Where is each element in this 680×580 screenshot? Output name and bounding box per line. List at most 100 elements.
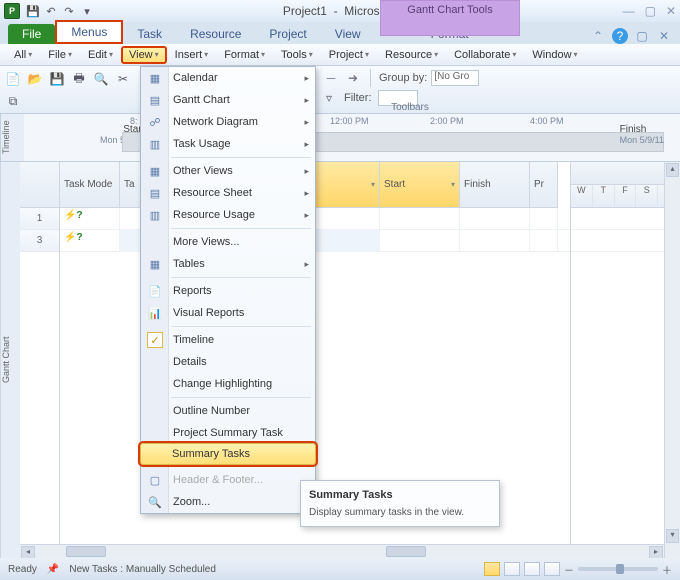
qat-customize-icon[interactable]: ▾ (80, 4, 94, 18)
groupby-label: Group by: (379, 72, 427, 84)
cell-task-mode[interactable]: ⚡? (60, 230, 120, 251)
view-sheet-icon[interactable] (544, 562, 560, 576)
menu-zoom[interactable]: 🔍Zoom... (141, 491, 315, 513)
timeline-tick: 12:00 PM (330, 116, 369, 126)
network-icon: ☍ (147, 114, 163, 130)
zoom-thumb[interactable] (616, 564, 624, 574)
menu-reports[interactable]: 📄Reports (141, 280, 315, 302)
restore-icon[interactable]: ▢ (645, 4, 656, 18)
menu-edit[interactable]: Edit▾ (80, 46, 121, 64)
cell[interactable] (460, 230, 530, 251)
minimize-ribbon-icon[interactable]: ⌃ (590, 28, 606, 44)
tab-view[interactable]: View (321, 24, 375, 44)
cell-task-mode[interactable]: ⚡? (60, 208, 120, 229)
cut-icon[interactable]: ✂ (114, 70, 132, 88)
open-icon[interactable]: 📂 (26, 70, 44, 88)
reports-icon: 📄 (147, 283, 163, 299)
other-views-icon: ▦ (147, 163, 163, 179)
cell[interactable] (380, 230, 460, 251)
menu-resource-usage[interactable]: ▥Resource Usage▸ (141, 204, 315, 226)
save-icon[interactable]: 💾 (48, 70, 66, 88)
zoomout-icon[interactable]: － (322, 69, 340, 87)
tab-file[interactable]: File (8, 24, 55, 44)
qat-undo-icon[interactable]: ↶ (44, 4, 58, 18)
status-new-tasks[interactable]: New Tasks : Manually Scheduled (69, 564, 216, 575)
copy-icon[interactable]: ⧉ (4, 92, 22, 110)
col-finish[interactable]: Finish (460, 162, 530, 208)
menu-details[interactable]: Details (141, 351, 315, 373)
menu-view[interactable]: View▾ (121, 46, 167, 64)
col-task-mode[interactable]: Task Mode (60, 162, 120, 208)
tab-project[interactable]: Project (255, 24, 320, 44)
scroll-thumb[interactable] (66, 546, 106, 557)
menu-project[interactable]: Project▾ (321, 46, 377, 64)
row-header[interactable]: 3 (20, 230, 59, 252)
visual-reports-icon: 📊 (147, 305, 163, 321)
goto-icon[interactable]: ➜ (344, 69, 362, 87)
close-icon[interactable]: ✕ (666, 4, 676, 18)
qat-redo-icon[interactable]: ↷ (62, 4, 76, 18)
menu-tables[interactable]: ▦Tables▸ (141, 253, 315, 275)
menu-summary-tasks[interactable]: Summary Tasks (140, 443, 316, 465)
zoom-slider[interactable] (578, 567, 658, 571)
scroll-up-icon[interactable]: ▴ (666, 163, 679, 177)
menu-file[interactable]: File▾ (40, 46, 80, 64)
menu-all[interactable]: All▾ (6, 46, 40, 64)
cell[interactable] (460, 208, 530, 229)
tab-menus[interactable]: Menus (55, 20, 123, 44)
menu-network-diagram[interactable]: ☍Network Diagram▸ (141, 111, 315, 133)
qat-save-icon[interactable]: 💾 (26, 4, 40, 18)
gantt-side-label: Gantt Chart (0, 162, 20, 558)
menu-tools[interactable]: Tools▾ (273, 46, 321, 64)
calendar-icon: ▦ (147, 70, 163, 86)
status-ready: Ready (8, 564, 37, 575)
horizontal-scrollbar[interactable]: ◂ ▸ (20, 544, 664, 558)
menu-insert[interactable]: Insert▾ (167, 46, 217, 64)
menu-header-footer: ▢Header & Footer... (141, 469, 315, 491)
menu-format[interactable]: Format▾ (216, 46, 273, 64)
cell[interactable] (530, 208, 558, 229)
new-icon[interactable]: 📄 (4, 70, 22, 88)
menu-collaborate[interactable]: Collaborate▾ (446, 46, 524, 64)
day-head: F (615, 185, 637, 207)
row-header[interactable]: 1 (20, 208, 59, 230)
menu-more-views[interactable]: More Views... (141, 231, 315, 253)
ribbon-close-icon[interactable]: ✕ (656, 28, 672, 44)
view-gantt-icon[interactable] (484, 562, 500, 576)
timeline-tick: 2:00 PM (430, 116, 464, 126)
menu-outline-number[interactable]: Outline Number (141, 400, 315, 422)
col-start[interactable]: Start▾ (380, 162, 460, 208)
groupby-combo[interactable]: [No Gro (431, 70, 479, 86)
col-predecessors[interactable]: Pr (530, 162, 558, 208)
res-sheet-icon: ▤ (147, 185, 163, 201)
menu-task-usage[interactable]: ▥Task Usage▸ (141, 133, 315, 155)
tab-resource[interactable]: Resource (176, 24, 255, 44)
scroll-thumb[interactable] (386, 546, 426, 557)
help-icon[interactable]: ? (612, 28, 628, 44)
select-all-cell[interactable] (20, 162, 59, 208)
minimize-icon[interactable]: — (623, 4, 635, 18)
vertical-scrollbar[interactable]: ▴ ▾ (664, 162, 680, 558)
print-icon[interactable]: 🖶 (70, 70, 88, 88)
menu-gantt-chart[interactable]: ▤Gantt Chart▸ (141, 89, 315, 111)
menu-other-views[interactable]: ▦Other Views▸ (141, 160, 315, 182)
cell[interactable] (380, 208, 460, 229)
preview-icon[interactable]: 🔍 (92, 70, 110, 88)
menu-visual-reports[interactable]: 📊Visual Reports (141, 302, 315, 324)
zoom-out-icon[interactable]: － (564, 562, 574, 577)
menu-timeline[interactable]: ✓Timeline (141, 329, 315, 351)
tab-task[interactable]: Task (123, 24, 176, 44)
view-usage-icon[interactable] (504, 562, 520, 576)
menu-project-summary-task[interactable]: Project Summary Task (141, 422, 315, 444)
cell[interactable] (530, 230, 558, 251)
menu-calendar[interactable]: ▦Calendar▸ (141, 67, 315, 89)
menu-window[interactable]: Window▾ (524, 46, 585, 64)
menu-resource[interactable]: Resource▾ (377, 46, 446, 64)
day-head: S (636, 185, 658, 207)
view-team-icon[interactable] (524, 562, 540, 576)
zoom-in-icon[interactable]: ＋ (662, 562, 672, 577)
ribbon-restore-icon[interactable]: ▢ (634, 28, 650, 44)
scroll-down-icon[interactable]: ▾ (666, 529, 679, 543)
menu-change-highlighting[interactable]: Change Highlighting (141, 373, 315, 395)
menu-resource-sheet[interactable]: ▤Resource Sheet▸ (141, 182, 315, 204)
